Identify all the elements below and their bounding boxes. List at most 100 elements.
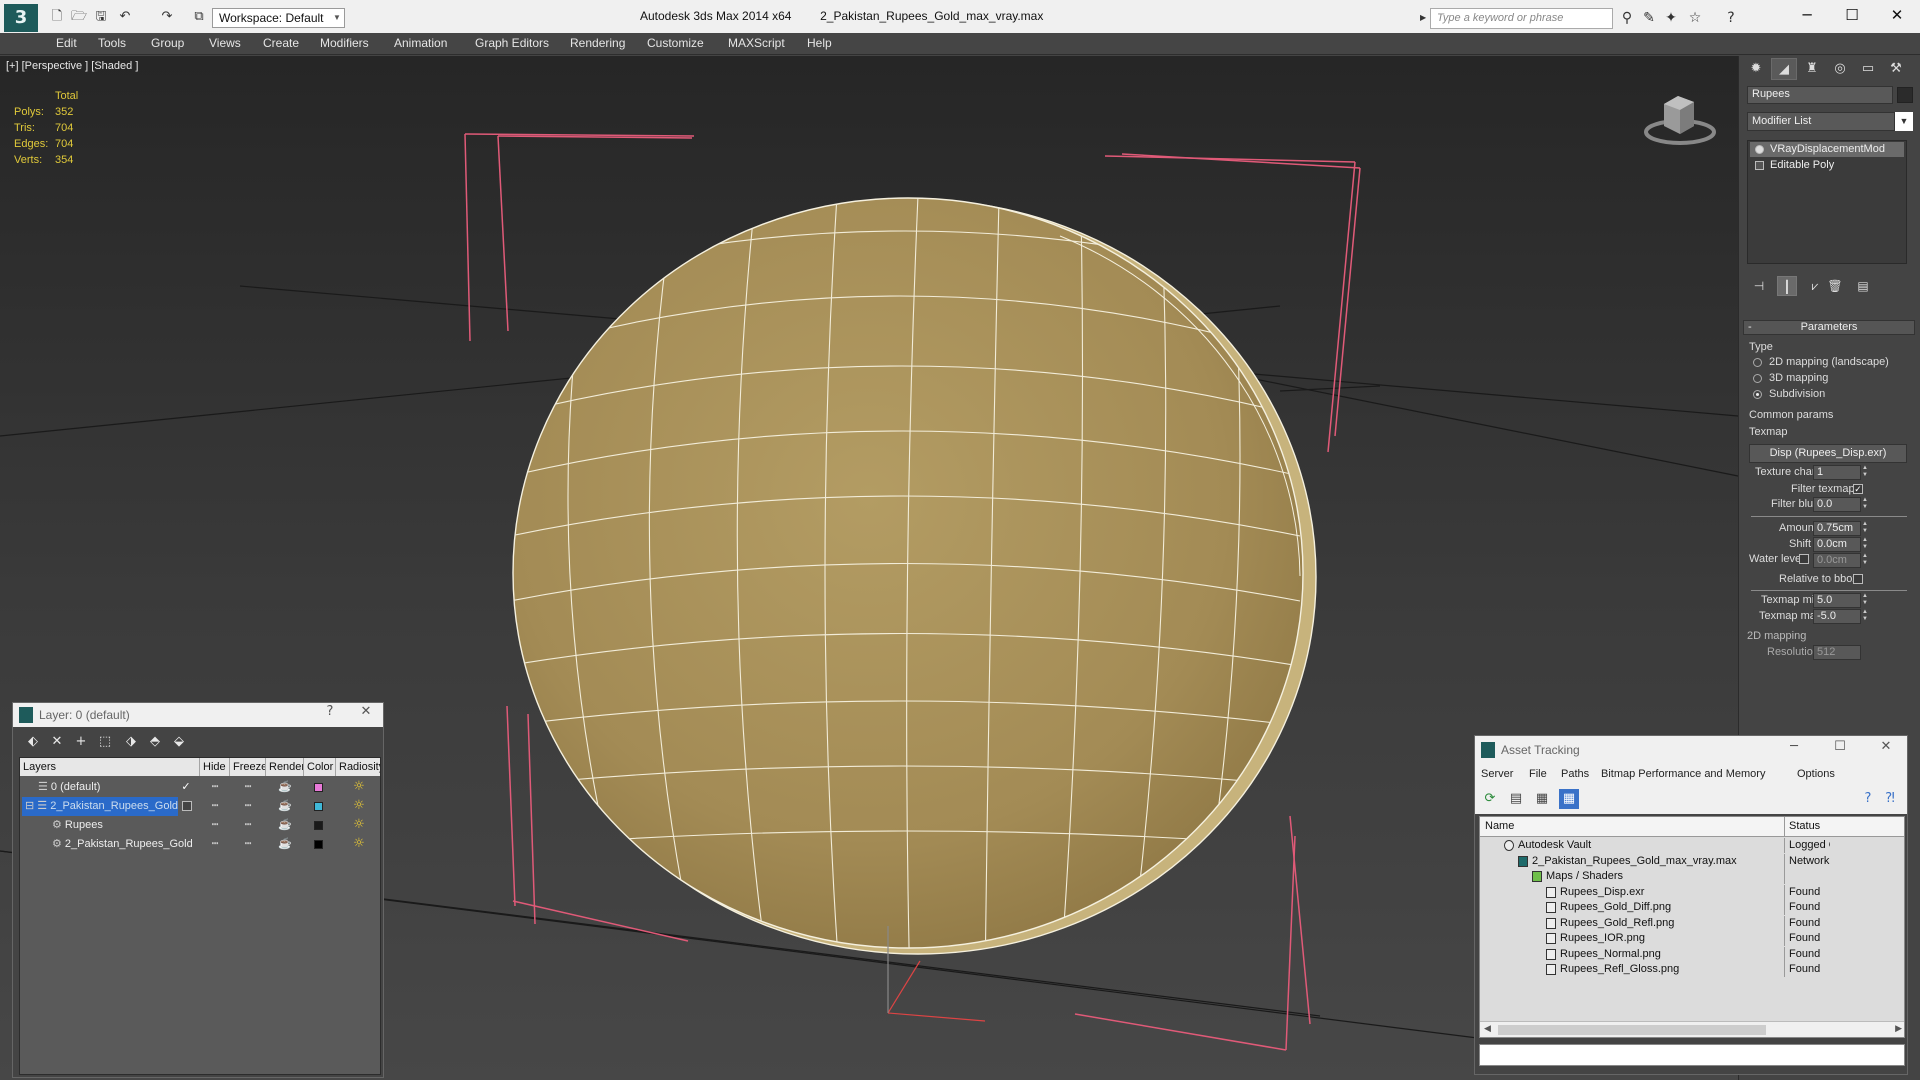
freeze-toggle[interactable]: ┅: [230, 778, 266, 797]
menu-server[interactable]: Server: [1481, 768, 1513, 780]
amount-spinner[interactable]: 0.75cm: [1813, 521, 1861, 536]
stack-item-editable-poly[interactable]: Editable Poly: [1750, 158, 1904, 173]
layer-color-swatch[interactable]: [314, 821, 323, 830]
active-layer-check-icon[interactable]: ✓: [178, 778, 194, 797]
layer-row[interactable]: ☰ 0 (default) ✓ ┅ ┅ ☕ ☼: [20, 778, 380, 797]
freeze-toggle[interactable]: ┅: [230, 816, 266, 835]
new-file-icon[interactable]: 🗋: [48, 9, 66, 25]
menu-bitmap-performance[interactable]: Bitmap Performance and Memory: [1601, 768, 1765, 780]
asset-row[interactable]: Rupees_Gold_Diff.png Found: [1480, 900, 1904, 916]
menu-graph-editors[interactable]: Graph Editors: [475, 36, 549, 50]
hierarchy-tab-icon[interactable]: ♜: [1799, 58, 1825, 80]
select-in-layer-icon[interactable]: ⬚: [95, 732, 115, 752]
menu-file[interactable]: File: [1529, 768, 1547, 780]
hide-all-layers-icon[interactable]: ⬘: [145, 732, 165, 752]
minimize-button[interactable]: ─: [1779, 739, 1809, 761]
viewport-label[interactable]: [+] [Perspective ] [Shaded ]: [6, 60, 138, 72]
spinner-arrows-icon[interactable]: ▲ ▼: [1861, 537, 1869, 552]
modifier-list-chevron-down-icon[interactable]: ▼: [1895, 112, 1913, 131]
horizontal-scrollbar[interactable]: ◀ ▶: [1480, 1021, 1904, 1037]
help-icon[interactable]: ?: [1859, 791, 1877, 809]
communication-icon[interactable]: ✦: [1662, 9, 1680, 27]
add-to-layer-icon[interactable]: +: [71, 732, 91, 752]
make-unique-icon[interactable]: ⩗: [1805, 276, 1825, 296]
redo-icon[interactable]: ↷: [158, 9, 176, 25]
col-render[interactable]: Render: [266, 758, 304, 776]
texture-chan-spinner[interactable]: 1: [1813, 465, 1861, 480]
project-folder-icon[interactable]: ⧉: [190, 9, 208, 25]
asset-row[interactable]: Rupees_Gold_Refl.png Found: [1480, 915, 1904, 932]
hide-toggle[interactable]: ┅: [200, 816, 230, 835]
hide-toggle[interactable]: ┅: [200, 797, 230, 816]
motion-tab-icon[interactable]: ◎: [1827, 58, 1853, 80]
water-level-spinner[interactable]: 0.0cm: [1813, 553, 1861, 568]
favorites-star-icon[interactable]: ☆: [1686, 9, 1704, 27]
highlight-layer-icon[interactable]: ⬗: [121, 732, 141, 752]
menu-views[interactable]: Views: [209, 36, 241, 50]
menu-paths[interactable]: Paths: [1561, 768, 1589, 780]
render-teapot-icon[interactable]: ☕: [266, 778, 304, 797]
radio-2d-mapping[interactable]: [1753, 358, 1762, 367]
asset-row[interactable]: Rupees_Refl_Gloss.png Found: [1480, 962, 1904, 978]
resolution-spinner[interactable]: 512: [1813, 645, 1861, 660]
close-button[interactable]: ✕: [351, 704, 381, 726]
maximize-button[interactable]: ☐: [1825, 739, 1855, 761]
delete-layer-icon[interactable]: ✕: [47, 732, 67, 752]
create-layer-icon[interactable]: ⬖: [23, 732, 43, 752]
create-tab-icon[interactable]: ✹: [1743, 58, 1769, 80]
spinner-arrows-icon[interactable]: ▲ ▼: [1861, 553, 1869, 568]
radiosity-sun-icon[interactable]: ☼: [352, 837, 366, 851]
relative-bbox-checkbox[interactable]: [1853, 574, 1863, 584]
menu-customize[interactable]: Customize: [647, 36, 704, 50]
texmap-button[interactable]: Disp (Rupees_Disp.exr): [1749, 444, 1907, 463]
app-logo-icon[interactable]: 3: [4, 4, 38, 32]
layer-color-swatch[interactable]: [314, 783, 323, 792]
help-icon[interactable]: ?: [1722, 9, 1740, 27]
asset-row[interactable]: Maps / Shaders: [1480, 869, 1904, 885]
texmap-max-spinner[interactable]: -5.0: [1813, 609, 1861, 624]
help-button[interactable]: ?: [315, 704, 345, 726]
thumbnail-view-icon[interactable]: ▦: [1533, 791, 1551, 809]
search-input[interactable]: Type a keyword or phrase: [1430, 8, 1613, 29]
col-freeze[interactable]: Freeze: [230, 758, 266, 776]
freeze-toggle[interactable]: ┅: [230, 835, 266, 854]
context-help-icon[interactable]: ⁈: [1881, 791, 1899, 809]
layer-row[interactable]: ⚙ Rupees ┅ ┅ ☕ ☼: [20, 816, 380, 835]
light-bulb-icon[interactable]: [1755, 145, 1764, 154]
asset-row[interactable]: Rupees_Disp.exr Found: [1480, 884, 1904, 901]
menu-edit[interactable]: Edit: [56, 36, 77, 50]
object-color-swatch[interactable]: [1897, 87, 1913, 103]
radiosity-sun-icon[interactable]: ☼: [352, 780, 366, 794]
asset-row[interactable]: Autodesk Vault Logged O: [1480, 838, 1904, 854]
menu-options[interactable]: Options: [1797, 768, 1835, 780]
shift-spinner[interactable]: 0.0cm: [1813, 537, 1861, 552]
menu-help[interactable]: Help: [807, 36, 832, 50]
spinner-arrows-icon[interactable]: ▲ ▼: [1861, 465, 1869, 480]
minimize-button[interactable]: ─: [1784, 0, 1830, 30]
menu-create[interactable]: Create: [263, 36, 299, 50]
hide-toggle[interactable]: ┅: [200, 778, 230, 797]
menu-maxscript[interactable]: MAXScript: [728, 36, 785, 50]
save-file-icon[interactable]: 🖫: [92, 9, 110, 25]
layer-color-swatch[interactable]: [314, 840, 323, 849]
col-color[interactable]: Color: [304, 758, 336, 776]
filter-texmap-checkbox[interactable]: ✓: [1853, 484, 1863, 494]
list-view-icon[interactable]: ▤: [1507, 791, 1525, 809]
scroll-left-icon[interactable]: ◀: [1484, 1023, 1491, 1034]
expand-plus-icon[interactable]: [1755, 161, 1764, 170]
water-level-checkbox[interactable]: [1799, 554, 1809, 564]
render-teapot-icon[interactable]: ☕: [266, 816, 304, 835]
modify-tab-icon[interactable]: ◢: [1771, 58, 1797, 80]
show-end-result-icon[interactable]: ┃: [1777, 276, 1797, 296]
maximize-button[interactable]: ☐: [1829, 0, 1875, 30]
filter-blur-spinner[interactable]: 0.0: [1813, 497, 1861, 512]
stack-item-vraydisplacement[interactable]: VRayDisplacementMod: [1750, 142, 1904, 157]
asset-row[interactable]: Rupees_Normal.png Found: [1480, 946, 1904, 963]
layer-row[interactable]: ⊟ ☰ 2_Pakistan_Rupees_Gold ┅ ┅ ☕ ☼: [20, 797, 380, 816]
freeze-toggle[interactable]: ┅: [230, 797, 266, 816]
close-button[interactable]: ✕: [1874, 0, 1920, 30]
pin-stack-icon[interactable]: ⊣: [1749, 276, 1769, 296]
remove-modifier-icon[interactable]: 🗑: [1825, 276, 1845, 296]
display-tab-icon[interactable]: ▭: [1855, 58, 1881, 80]
menu-rendering[interactable]: Rendering: [570, 36, 625, 50]
